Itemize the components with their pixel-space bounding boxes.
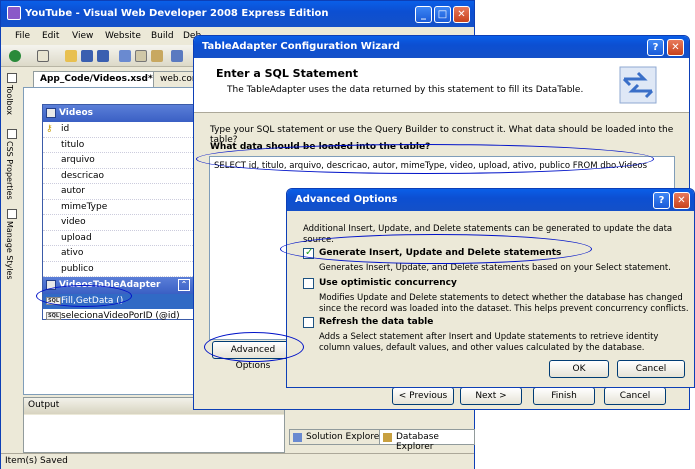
finish-button[interactable]: Finish bbox=[533, 387, 595, 405]
sql-icon: SQL bbox=[46, 312, 62, 320]
close-button[interactable]: ✕ bbox=[453, 6, 470, 23]
vs-title-bar[interactable]: YouTube - Visual Web Developer 2008 Expr… bbox=[1, 1, 474, 27]
chevron-up-icon[interactable]: ⌃ bbox=[178, 279, 190, 291]
column-row[interactable]: upload bbox=[43, 231, 193, 246]
side-tab-strip: Toolbox CSS Properties Manage Styles bbox=[3, 69, 21, 309]
cut-icon[interactable] bbox=[119, 50, 131, 62]
tableadapter-header[interactable]: VideosTableAdapter ⌃ bbox=[43, 277, 193, 294]
advanced-options-dialog: Advanced Options ? ✕ Additional Insert, … bbox=[286, 188, 695, 388]
tab-database-explorer[interactable]: Database Explorer bbox=[379, 429, 475, 452]
check-icon: ✓ bbox=[305, 247, 314, 258]
previous-button[interactable]: < Previous bbox=[392, 387, 454, 405]
menu-edit[interactable]: Edit bbox=[42, 31, 59, 41]
advanced-cancel-button[interactable]: Cancel bbox=[617, 360, 685, 378]
undo-icon[interactable] bbox=[171, 50, 183, 62]
side-tab-toolbox[interactable]: Toolbox bbox=[5, 85, 14, 115]
checkbox-generate-statements[interactable]: ✓ bbox=[303, 247, 314, 259]
tableadapter-title: VideosTableAdapter bbox=[59, 280, 161, 290]
query-row-selecionavideo[interactable]: SQL selecionaVideoPorID (@id) bbox=[43, 309, 193, 324]
database-explorer-icon bbox=[383, 433, 392, 442]
table-icon bbox=[46, 108, 56, 118]
minimize-button[interactable]: _ bbox=[415, 6, 432, 23]
label-optimistic-concurrency[interactable]: Use optimistic concurrency bbox=[319, 278, 457, 288]
column-row[interactable]: mimeType bbox=[43, 200, 193, 215]
solution-explorer-icon bbox=[293, 433, 302, 442]
wizard-title-text: TableAdapter Configuration Wizard bbox=[202, 41, 400, 52]
toolbox-icon bbox=[7, 73, 17, 83]
column-row[interactable]: ⚷ id bbox=[43, 122, 193, 138]
next-button[interactable]: Next > bbox=[460, 387, 522, 405]
manage-styles-icon bbox=[7, 209, 17, 219]
column-row[interactable]: titulo bbox=[43, 138, 193, 153]
sql-text: SELECT id, titulo, arquivo, descricao, a… bbox=[214, 161, 648, 171]
advanced-close-button[interactable]: ✕ bbox=[673, 192, 690, 209]
save-all-icon[interactable] bbox=[97, 50, 109, 62]
wizard-title-bar[interactable]: TableAdapter Configuration Wizard ? ✕ bbox=[194, 36, 689, 58]
new-item-icon[interactable] bbox=[37, 50, 49, 62]
ok-button[interactable]: OK bbox=[549, 360, 609, 378]
desc-generate-statements: Generates Insert, Update, and Delete sta… bbox=[319, 263, 671, 273]
desc-optimistic-concurrency: Modifies Update and Delete statements to… bbox=[319, 293, 689, 314]
wizard-question: What data should be loaded into the tabl… bbox=[210, 142, 431, 152]
label-generate-statements[interactable]: Generate Insert, Update and Delete state… bbox=[319, 248, 561, 258]
column-row[interactable]: descricao bbox=[43, 169, 193, 184]
wizard-emblem-icon bbox=[619, 66, 657, 104]
wizard-header: Enter a SQL Statement The TableAdapter u… bbox=[194, 58, 689, 113]
paste-icon[interactable] bbox=[151, 50, 163, 62]
advanced-options-button[interactable]: Advanced Options bbox=[212, 341, 294, 371]
status-bar: Item(s) Saved bbox=[1, 453, 474, 469]
advanced-title-bar[interactable]: Advanced Options ? ✕ bbox=[287, 189, 694, 211]
app-icon bbox=[7, 6, 21, 20]
copy-icon[interactable] bbox=[135, 50, 147, 62]
column-row[interactable]: publico bbox=[43, 262, 193, 277]
vs-title-text: YouTube - Visual Web Developer 2008 Expr… bbox=[25, 8, 329, 19]
menu-view[interactable]: View bbox=[72, 31, 93, 41]
datatable-title: Videos bbox=[59, 108, 93, 118]
tab-videos-xsd[interactable]: App_Code/Videos.xsd* bbox=[33, 71, 160, 87]
wizard-cancel-button[interactable]: Cancel bbox=[604, 387, 666, 405]
output-body[interactable] bbox=[24, 415, 284, 452]
wizard-close-button[interactable]: ✕ bbox=[667, 39, 684, 56]
column-row[interactable]: autor bbox=[43, 184, 193, 200]
menu-file[interactable]: File bbox=[15, 31, 30, 41]
label-refresh-datatable[interactable]: Refresh the data table bbox=[319, 317, 433, 327]
datatable-videos[interactable]: Videos ⚷ id titulo arquivo descricao auto… bbox=[42, 104, 194, 321]
side-tab-css-properties[interactable]: CSS Properties bbox=[5, 141, 14, 200]
menu-build[interactable]: Build bbox=[151, 31, 174, 41]
menu-website[interactable]: Website bbox=[105, 31, 141, 41]
open-folder-icon[interactable] bbox=[65, 50, 77, 62]
column-row[interactable]: arquivo bbox=[43, 153, 193, 169]
dataset-designer[interactable]: Videos ⚷ id titulo arquivo descricao auto… bbox=[23, 87, 203, 395]
wizard-help-button[interactable]: ? bbox=[647, 39, 664, 56]
desc-refresh-datatable: Adds a Select statement after Insert and… bbox=[319, 332, 659, 353]
wizard-heading: Enter a SQL Statement bbox=[216, 67, 359, 80]
advanced-intro: Additional Insert, Update, and Delete st… bbox=[303, 224, 673, 245]
adapter-icon bbox=[46, 280, 56, 290]
document-tabs: App_Code/Videos.xsd* web.con bbox=[23, 69, 205, 87]
column-row[interactable]: ativo bbox=[43, 246, 193, 262]
primary-key-icon: ⚷ bbox=[46, 124, 53, 134]
checkbox-refresh-datatable[interactable] bbox=[303, 317, 314, 328]
globe-icon[interactable] bbox=[9, 50, 21, 62]
column-row[interactable]: video bbox=[43, 215, 193, 231]
save-icon[interactable] bbox=[81, 50, 93, 62]
advanced-help-button[interactable]: ? bbox=[653, 192, 670, 209]
maximize-button[interactable]: □ bbox=[434, 6, 451, 23]
css-properties-icon bbox=[7, 129, 17, 139]
side-tab-manage-styles[interactable]: Manage Styles bbox=[5, 221, 14, 280]
query-row-fill[interactable]: SQL Fill,GetData () bbox=[43, 294, 193, 309]
datatable-header[interactable]: Videos bbox=[43, 105, 193, 122]
wizard-subheading: The TableAdapter uses the data returned … bbox=[227, 85, 584, 95]
tab-solution-explorer[interactable]: Solution Explorer bbox=[289, 429, 388, 445]
explorer-tabs: Solution Explorer Database Explorer bbox=[287, 427, 475, 452]
checkbox-optimistic-concurrency[interactable] bbox=[303, 278, 314, 289]
sql-icon: SQL bbox=[46, 297, 62, 305]
advanced-title-text: Advanced Options bbox=[295, 194, 398, 205]
